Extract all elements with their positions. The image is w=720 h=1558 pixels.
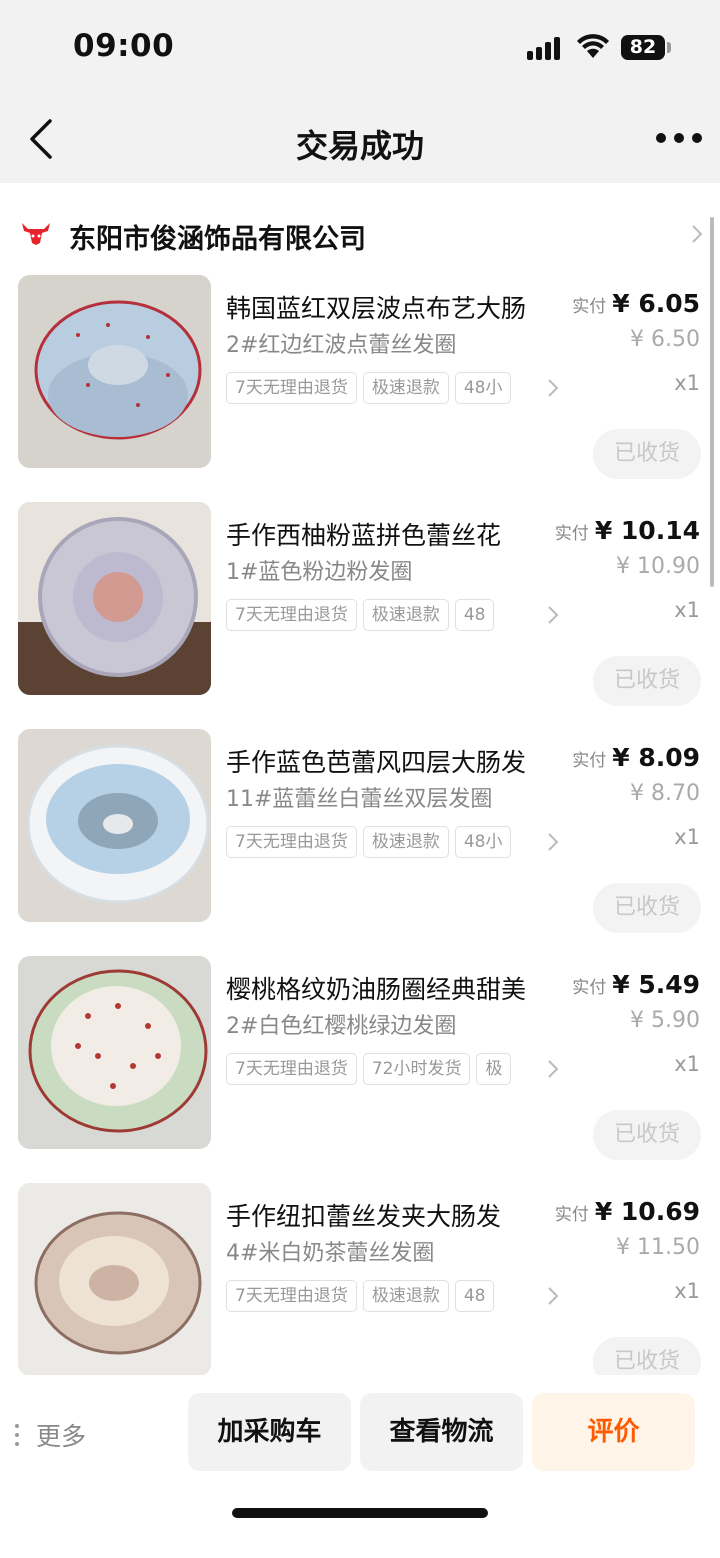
order-content: 东阳市俊涵饰品有限公司 韩国蓝红双层波点布艺大肠 2#红边红波点蕾丝发圈 7天无… [0,183,720,1375]
product-title: 手作蓝色芭蕾风四层大肠发 [226,748,527,777]
received-button[interactable]: 已收货 [593,429,701,479]
service-tags: 7天无理由退货 极速退款 48小 [226,372,548,406]
actual-price: ¥ 8.09 [612,743,700,772]
price-line: 实付 ¥ 10.14 [555,516,700,545]
more-options-icon[interactable] [656,133,702,145]
price-line: 实付 ¥ 8.09 [572,743,700,772]
order-item[interactable]: 手作蓝色芭蕾风四层大肠发 11#蓝蕾丝白蕾丝双层发圈 7天无理由退货 极速退款 48… [0,729,720,956]
product-spec: 4#米白奶茶蕾丝发圈 [226,1241,435,1266]
product-thumbnail[interactable] [18,502,211,695]
price-label: 实付 [572,297,607,317]
more-label: 更多 [36,1422,87,1451]
service-tag: 7天无理由退货 [226,1280,357,1312]
price-label: 实付 [554,524,589,544]
chevron-right-icon[interactable] [547,378,559,398]
service-tags: 7天无理由退货 极速退款 48 [226,599,548,633]
service-tag: 极 [476,1053,512,1085]
page-title: 交易成功 [295,127,424,165]
product-title: 韩国蓝红双层波点布艺大肠 [226,294,527,323]
product-thumbnail[interactable] [18,956,211,1149]
status-time: 09:00 [73,28,175,64]
chevron-right-icon[interactable] [547,832,559,852]
shop-name: 东阳市俊涵饰品有限公司 [69,224,366,255]
service-tag: 极速退款 [362,1280,449,1312]
home-indicator [232,1508,488,1518]
chevron-right-icon[interactable] [547,1286,559,1306]
order-item[interactable]: 韩国蓝红双层波点布艺大肠 2#红边红波点蕾丝发圈 7天无理由退货 极速退款 48小 … [0,275,720,502]
order-item[interactable]: 手作纽扣蕾丝发夹大肠发 4#米白奶茶蕾丝发圈 7天无理由退货 极速退款 48 实付 ¥… [0,1183,720,1375]
chevron-right-icon [692,225,703,243]
product-spec: 2#红边红波点蕾丝发圈 [226,333,457,358]
product-thumbnail[interactable] [18,729,211,922]
battery-cap [667,42,671,53]
review-button[interactable]: 评价 [532,1393,695,1471]
price-label: 实付 [554,1205,589,1225]
service-tag: 极速退款 [362,372,449,404]
track-logistics-button[interactable]: 查看物流 [360,1393,523,1471]
service-tag: 7天无理由退货 [226,372,357,404]
quantity: x1 [674,371,700,395]
shop-logo-icon [22,223,50,245]
service-tag: 72小时发货 [362,1053,471,1085]
service-tag: 极速退款 [362,826,449,858]
service-tag: 7天无理由退货 [226,1053,357,1085]
cellular-signal-icon [527,36,563,60]
product-spec: 1#蓝色粉边粉发圈 [226,560,413,585]
received-button[interactable]: 已收货 [593,883,701,933]
service-tags: 7天无理由退货 极速退款 48小 [226,826,548,860]
actual-price: ¥ 10.69 [594,1197,700,1226]
product-title: 手作西柚粉蓝拼色蕾丝花 [226,521,502,550]
price-line: 实付 ¥ 6.05 [572,289,700,318]
service-tag: 7天无理由退货 [226,599,357,631]
original-price: ¥ 5.90 [630,1008,700,1033]
price-label: 实付 [572,978,607,998]
chevron-right-icon[interactable] [547,1059,559,1079]
original-price: ¥ 6.50 [630,327,700,352]
order-item[interactable]: 樱桃格纹奶油肠圈经典甜美 2#白色红樱桃绿边发圈 7天无理由退货 72小时发货极 … [0,956,720,1183]
status-bar: 09:00 82 [0,0,720,95]
service-tag: 48 [454,599,495,631]
more-vertical-icon [14,1424,20,1446]
product-spec: 2#白色红樱桃绿边发圈 [226,1014,457,1039]
bottom-action-bar: 更多 加采购车 查看物流 评价 [0,1375,720,1558]
original-price: ¥ 11.50 [616,1235,700,1260]
nav-bar: 交易成功 [0,95,720,183]
service-tag: 7天无理由退货 [226,826,357,858]
price-line: 实付 ¥ 10.69 [555,1197,700,1226]
received-button[interactable]: 已收货 [593,1110,701,1160]
quantity: x1 [674,1052,700,1076]
actual-price: ¥ 6.05 [612,289,700,318]
price-line: 实付 ¥ 5.49 [572,970,700,999]
add-to-cart-button[interactable]: 加采购车 [188,1393,351,1471]
wifi-icon [577,34,609,58]
product-spec: 11#蓝蕾丝白蕾丝双层发圈 [226,787,493,812]
product-thumbnail[interactable] [18,1183,211,1375]
product-title: 手作纽扣蕾丝发夹大肠发 [226,1202,502,1231]
service-tag: 48小 [454,826,512,858]
quantity: x1 [674,825,700,849]
original-price: ¥ 8.70 [630,781,700,806]
received-button[interactable]: 已收货 [593,656,701,706]
service-tag: 48 [454,1280,495,1312]
quantity: x1 [674,598,700,622]
shop-header[interactable]: 东阳市俊涵饰品有限公司 [0,207,720,263]
price-label: 实付 [572,751,607,771]
service-tags: 7天无理由退货 72小时发货极 [226,1053,548,1087]
received-button[interactable]: 已收货 [593,1337,701,1375]
service-tags: 7天无理由退货 极速退款 48 [226,1280,548,1314]
product-title: 樱桃格纹奶油肠圈经典甜美 [226,975,527,1004]
service-tag: 48小 [454,372,512,404]
actual-price: ¥ 5.49 [612,970,700,999]
service-tag: 极速退款 [362,599,449,631]
order-item[interactable]: 手作西柚粉蓝拼色蕾丝花 1#蓝色粉边粉发圈 7天无理由退货 极速退款 48 实付 ¥ … [0,502,720,729]
product-thumbnail[interactable] [18,275,211,468]
battery-icon: 82 [621,35,665,60]
chevron-right-icon[interactable] [547,605,559,625]
original-price: ¥ 10.90 [616,554,700,579]
actual-price: ¥ 10.14 [594,516,700,545]
quantity: x1 [674,1279,700,1303]
